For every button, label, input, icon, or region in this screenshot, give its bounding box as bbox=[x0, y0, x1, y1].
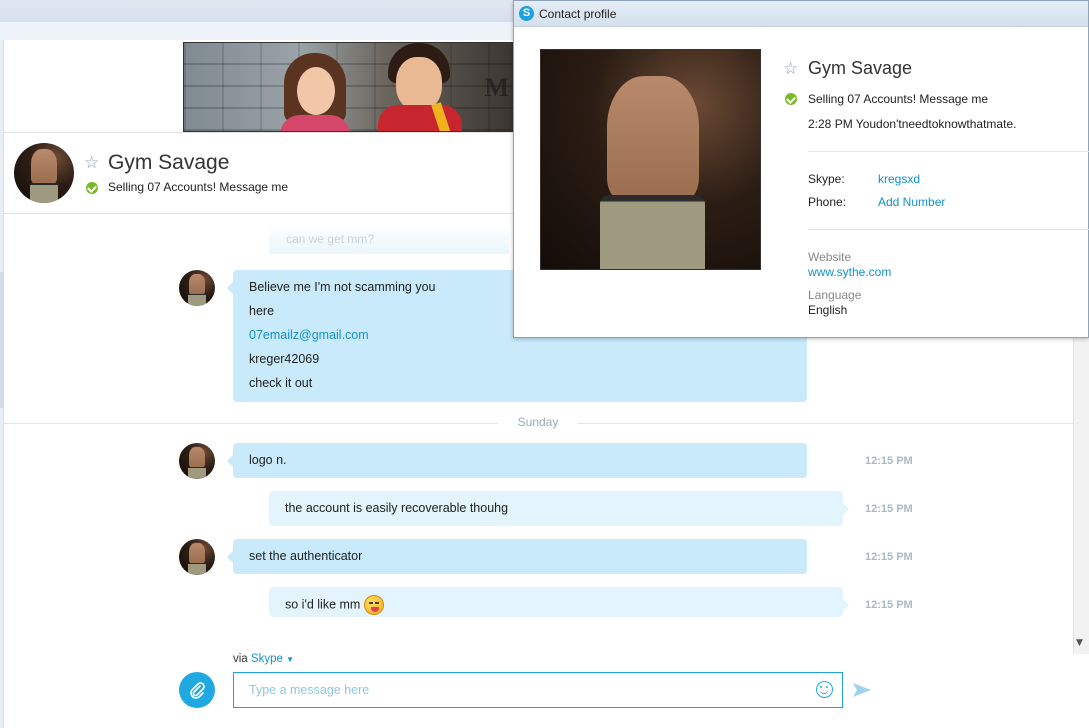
add-number-link[interactable]: Add Number bbox=[878, 195, 945, 209]
banner-boy bbox=[378, 43, 462, 131]
website-link[interactable]: www.sythe.com bbox=[808, 265, 891, 279]
message-text: set the authenticator bbox=[249, 549, 363, 563]
attach-file-button[interactable] bbox=[179, 672, 215, 708]
message-text: here bbox=[249, 304, 275, 318]
message-timestamp: 12:15 PM bbox=[865, 503, 913, 515]
profile-divider bbox=[808, 151, 1089, 152]
phone-label: Phone: bbox=[808, 195, 847, 209]
send-message-icon[interactable] bbox=[852, 682, 872, 698]
email-link[interactable]: 07emailz@gmail.com bbox=[249, 328, 369, 342]
profile-photo bbox=[540, 49, 761, 270]
online-status-icon bbox=[86, 182, 98, 194]
skype-logo-icon: S bbox=[519, 6, 534, 21]
message-timestamp: 12:15 PM bbox=[865, 455, 913, 467]
message-bubble[interactable]: set the authenticator bbox=[227, 539, 807, 574]
message-text-row: so i'd like mm bbox=[285, 595, 385, 615]
skype-label: Skype: bbox=[808, 172, 845, 186]
contact-mood-message: Selling 07 Accounts! Message me bbox=[108, 180, 289, 194]
favorite-star-icon[interactable]: ☆ bbox=[783, 59, 798, 79]
profile-divider bbox=[808, 229, 1089, 230]
message-text: the account is easily recoverable thouhg bbox=[285, 501, 509, 515]
scroll-down-arrow-icon[interactable]: ▼ bbox=[1076, 638, 1083, 648]
contact-avatar[interactable] bbox=[14, 143, 74, 203]
paperclip-icon bbox=[190, 682, 205, 699]
language-value: English bbox=[808, 303, 848, 317]
sent-message-bubble[interactable]: the account is easily recoverable thouhg bbox=[269, 491, 849, 526]
banner-girl bbox=[280, 53, 350, 131]
chat-scrollbar[interactable] bbox=[1073, 338, 1089, 654]
profile-window-title: Contact profile bbox=[539, 7, 617, 21]
banner-sign-logo: M bbox=[484, 73, 509, 102]
message-text: logo n. bbox=[249, 453, 287, 467]
message-text: kreger42069 bbox=[249, 352, 320, 366]
message-text: Believe me I'm not scamming you bbox=[249, 280, 436, 294]
message-timestamp: 12:15 PM bbox=[865, 599, 913, 611]
online-status-icon bbox=[785, 93, 797, 105]
profile-last-message: 2:28 PM Youdon'tneedtoknowthatmate. bbox=[808, 117, 1017, 131]
via-service-selector[interactable]: via Skype ▼ bbox=[233, 653, 294, 665]
via-label: via bbox=[233, 653, 248, 665]
profile-mood-message: Selling 07 Accounts! Message me bbox=[808, 92, 989, 106]
contact-profile-window: S Contact profile ☆ Gym Savage Selling 0… bbox=[513, 0, 1089, 338]
banner-background bbox=[184, 43, 517, 131]
chevron-down-icon[interactable]: ▼ bbox=[286, 655, 294, 664]
service-name[interactable]: Skype bbox=[251, 653, 283, 665]
message-bubble[interactable]: logo n. bbox=[227, 443, 807, 478]
profile-name: Gym Savage bbox=[808, 58, 913, 78]
message-timestamp: 12:15 PM bbox=[865, 551, 913, 563]
faded-message-text: can we get mm? bbox=[286, 232, 375, 246]
profile-titlebar[interactable]: S Contact profile bbox=[514, 1, 1088, 27]
message-text: so i'd like mm bbox=[285, 597, 361, 612]
left-pane-selection bbox=[0, 272, 4, 408]
tongue-out-emoji-icon bbox=[364, 595, 385, 615]
website-label: Website bbox=[808, 250, 852, 264]
skype-id-value[interactable]: kregsxd bbox=[878, 172, 920, 186]
sent-message-bubble[interactable]: so i'd like mm bbox=[269, 587, 849, 617]
emoticon-picker-icon[interactable] bbox=[816, 681, 833, 698]
message-input[interactable] bbox=[233, 672, 843, 708]
contact-name[interactable]: Gym Savage bbox=[108, 151, 229, 175]
banner-photo: M bbox=[183, 42, 518, 132]
language-label: Language bbox=[808, 288, 862, 302]
message-avatar[interactable] bbox=[179, 270, 215, 306]
favorite-star-icon[interactable]: ☆ bbox=[84, 153, 99, 173]
message-text: check it out bbox=[249, 376, 313, 390]
message-avatar[interactable] bbox=[179, 443, 215, 479]
day-divider-label: Sunday bbox=[498, 415, 578, 429]
message-avatar[interactable] bbox=[179, 539, 215, 575]
